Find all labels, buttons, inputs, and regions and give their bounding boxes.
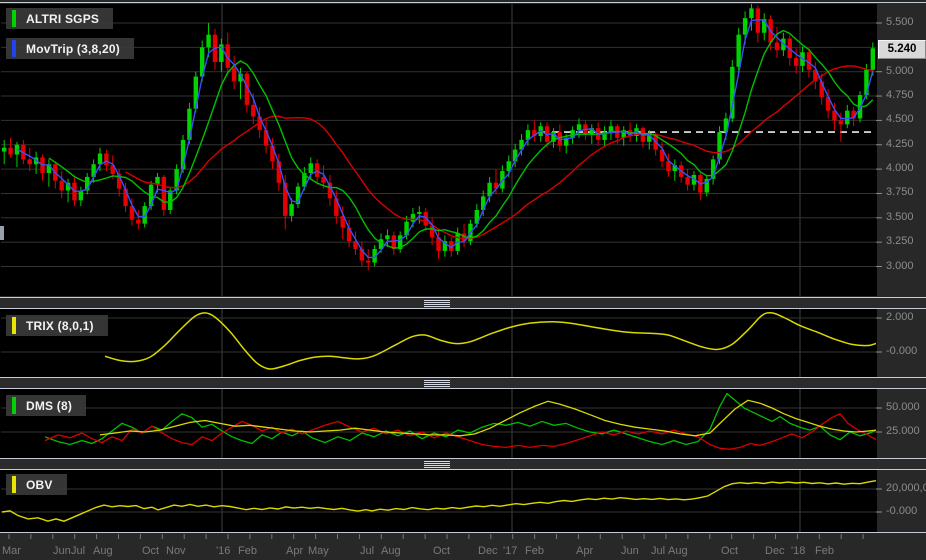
trix-label: TRIX (8,0,1) — [26, 318, 94, 333]
y-axis-tick-label: -0.000 — [886, 505, 918, 517]
dms-indicator-chip[interactable]: DMS (8) — [6, 395, 87, 416]
candle — [187, 108, 192, 140]
candle — [838, 120, 844, 125]
candle — [314, 163, 320, 177]
chart-canvas[interactable] — [0, 0, 926, 560]
dms-label: DMS (8) — [26, 398, 73, 413]
x-axis-month-label: Jul — [360, 545, 375, 557]
splitter-grip-icon[interactable] — [424, 300, 450, 307]
x-axis-month-label: Feb — [815, 545, 834, 557]
candle — [308, 163, 313, 173]
x-axis-month-label: '17 — [503, 545, 518, 557]
left-edge-marker — [0, 226, 4, 240]
candle — [59, 180, 64, 191]
x-axis-month-label: Dec — [478, 545, 498, 557]
candle — [385, 235, 390, 240]
y-axis-tick-label: 4.000 — [886, 162, 914, 175]
y-axis-tick-label: 4.750 — [886, 89, 914, 102]
candle — [289, 204, 294, 216]
splitter-grip-icon[interactable] — [424, 380, 450, 387]
movtrip-color-bar-icon — [12, 40, 16, 57]
y-axis-tick-label: 4.500 — [886, 113, 914, 126]
candle — [251, 104, 256, 117]
splitter-grip-icon[interactable] — [424, 461, 450, 468]
x-axis-month-label: Dec — [765, 545, 785, 557]
price-scale-axis[interactable]: 5.500 5.000 4.750 4.500 4.250 4.000 3.750 3.500… — [878, 0, 926, 532]
obv-indicator-chip[interactable]: OBV — [6, 474, 67, 495]
x-axis-month-label: Oct — [721, 545, 739, 557]
symbol-color-bar-icon — [12, 10, 16, 27]
x-axis-month-label: Jun — [621, 545, 639, 557]
obv-color-bar-icon — [12, 476, 16, 493]
x-axis-month-label: Apr — [286, 545, 304, 557]
y-axis-tick-label: 5.000 — [886, 64, 914, 77]
trix-color-bar-icon — [12, 317, 16, 334]
candle — [742, 18, 748, 35]
candle — [774, 42, 780, 51]
x-axis-month-label: Jul — [651, 545, 666, 557]
movtrip-indicator-chip[interactable]: MovTrip (3,8,20) — [6, 38, 134, 59]
candle — [685, 176, 690, 185]
x-axis-month-label: Feb — [525, 545, 544, 557]
y-axis-tick-label: -0.000 — [886, 345, 918, 357]
candle — [97, 153, 103, 165]
candle — [417, 211, 422, 214]
x-axis-month-label: Jun — [53, 545, 71, 557]
candle — [78, 190, 84, 201]
candle — [576, 124, 582, 131]
y-axis-tick-label: 5.500 — [886, 16, 914, 28]
candle — [136, 219, 141, 224]
candle — [845, 110, 850, 125]
candle — [104, 153, 109, 166]
y-axis-tick-label: 4.250 — [886, 137, 914, 150]
panel-splitter-3[interactable] — [0, 458, 926, 470]
x-axis-month-label: Aug — [381, 545, 401, 557]
x-axis-month-label: Feb — [238, 545, 257, 557]
x-axis-month-label: '18 — [791, 545, 806, 557]
charting-window: ALTRI SGPS MovTrip (3,8,20) TRIX (8,0,1)… — [0, 0, 926, 560]
y-axis-tick-label: 3.250 — [886, 235, 914, 248]
x-axis-month-label: Aug — [93, 545, 113, 557]
x-axis-month-label: Oct — [433, 545, 451, 557]
candle — [793, 58, 799, 66]
x-axis-month-label: '16 — [216, 545, 231, 557]
candle — [231, 67, 237, 82]
y-axis-tick-label: 2.000 — [886, 311, 914, 323]
y-axis-tick-label: 20,000,000 — [886, 482, 926, 494]
panel-splitter-2[interactable] — [0, 377, 926, 389]
candle — [410, 213, 416, 222]
candle — [870, 48, 876, 70]
trix-indicator-chip[interactable]: TRIX (8,0,1) — [6, 315, 108, 336]
x-axis-month-label: May — [308, 545, 329, 557]
y-axis-tick-label: 3.000 — [886, 259, 914, 272]
candle — [161, 176, 167, 211]
movtrip-label: MovTrip (3,8,20) — [26, 41, 120, 56]
dms-color-bar-icon — [12, 397, 16, 414]
y-axis-tick-label: 3.750 — [886, 186, 914, 199]
obv-label: OBV — [26, 477, 53, 492]
time-axis[interactable]: Mar Jun Jul Aug Oct Nov '16 Feb Apr May Jul Aug Oct D… — [0, 539, 926, 560]
x-axis-month-label: Apr — [576, 545, 594, 557]
candle — [1, 147, 7, 152]
candle — [366, 260, 371, 263]
x-axis-month-label: Mar — [2, 545, 21, 557]
y-axis-tick-label: 3.500 — [886, 210, 914, 223]
symbol-label-chip[interactable]: ALTRI SGPS — [6, 8, 114, 29]
x-axis-month-label: Nov — [166, 545, 186, 557]
candle — [206, 34, 211, 48]
x-axis-month-label: Aug — [668, 545, 688, 557]
x-axis-month-label: Oct — [142, 545, 160, 557]
candle — [27, 159, 32, 165]
last-price-badge: 5.240 — [878, 40, 926, 59]
candle — [749, 8, 754, 19]
y-axis-tick-label: 50.000 — [886, 401, 920, 413]
symbol-name: ALTRI SGPS — [26, 11, 100, 26]
candle — [8, 147, 13, 155]
x-axis-month-label: Jul — [71, 545, 86, 557]
panel-splitter-1[interactable] — [0, 297, 926, 309]
y-axis-tick-label: 25.000 — [886, 425, 920, 437]
